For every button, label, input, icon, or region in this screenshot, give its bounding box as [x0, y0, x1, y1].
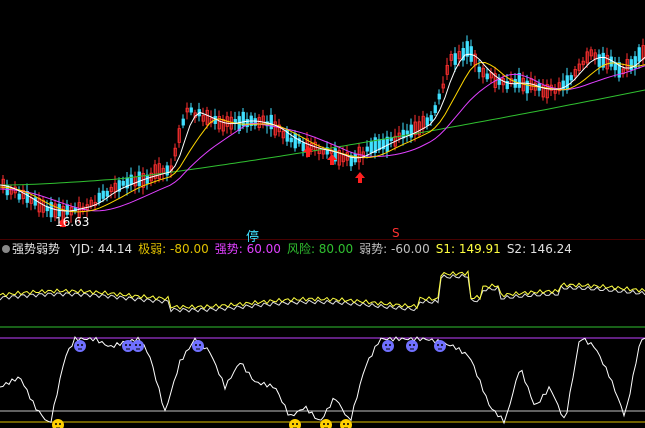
candle-body [293, 133, 297, 149]
candle-body [17, 193, 21, 200]
weak-signal-icon [406, 340, 418, 352]
weak-signal-icon [192, 340, 204, 352]
weak-signal-icon [382, 340, 394, 352]
candlestick-chart[interactable]: 16.63 停 S [0, 0, 645, 245]
candle-body [65, 204, 69, 215]
candle-body [477, 66, 481, 73]
s2-line [0, 273, 645, 313]
candle-body [561, 80, 565, 91]
candle-body [269, 114, 273, 130]
indicator-name[interactable]: 强势弱势 [12, 242, 60, 256]
indicator-chart[interactable] [0, 257, 645, 428]
indicator-values: YJD: 44.14 极弱: -80.00 强势: 60.00 风险: 80.00 弱势… [70, 242, 578, 256]
indicator-item-0: YJD: 44.14 [69, 242, 133, 256]
price-plot [0, 35, 645, 240]
candle-body [121, 180, 125, 186]
candle-body [429, 115, 433, 121]
candle-body [609, 56, 613, 67]
weak-signal-icon [132, 340, 144, 352]
candle-body [569, 75, 573, 81]
weak-signal-icon [434, 340, 446, 352]
candle-body [485, 73, 489, 80]
candle-body [377, 138, 381, 151]
candle-body [405, 130, 409, 135]
candle-body [437, 93, 441, 100]
candle-body [517, 72, 521, 88]
strong-signal-icon [340, 419, 352, 428]
signal-icons-group [52, 340, 446, 428]
candle-body [433, 105, 437, 114]
candle-body [637, 47, 641, 62]
indicator-item-3: 风险: 80.00 [286, 242, 354, 256]
candle-body [101, 190, 105, 199]
indicator-item-5: S1: 149.91 [435, 242, 501, 256]
strong-signal-icon [320, 419, 332, 428]
indicator-item-1: 极弱: -80.00 [138, 242, 209, 256]
indicator-settings-icon[interactable] [2, 245, 10, 253]
strong-signal-icon [52, 419, 64, 428]
candle-body [129, 174, 133, 185]
candle-body [105, 190, 109, 197]
ma5-line [0, 53, 645, 212]
s-marker: S [392, 226, 400, 240]
yjd-line [0, 335, 645, 425]
candle-body [597, 54, 601, 67]
candle-body [369, 141, 373, 153]
candle-body [401, 129, 405, 139]
indicator-item-2: 强势: 60.00 [214, 242, 281, 256]
candle-body [97, 192, 101, 203]
indicator-item-4: 弱势: -60.00 [359, 242, 430, 256]
candle-body [565, 75, 569, 91]
indicator-item-6: S2: 146.24 [506, 242, 572, 256]
buy-arrow-icon [355, 172, 365, 183]
candle-body [181, 118, 185, 126]
candle-body [365, 146, 369, 152]
weak-signal-icon [74, 340, 86, 352]
candle-body [137, 171, 141, 187]
candle-body [289, 137, 293, 143]
strong-signal-icon [289, 419, 301, 428]
candle-body [453, 53, 457, 65]
indicator-header: 强势弱势 YJD: 44.14 极弱: -80.00 强势: 60.00 风险: 80… [0, 241, 645, 257]
ma60-line [0, 89, 645, 186]
candle-body [165, 165, 169, 176]
candle-body [301, 142, 305, 152]
candles-group [1, 35, 645, 228]
low-price-label: 16.63 [55, 215, 90, 229]
candle-body [189, 107, 193, 113]
candle-body [425, 117, 429, 126]
indicator-plot [0, 270, 645, 428]
